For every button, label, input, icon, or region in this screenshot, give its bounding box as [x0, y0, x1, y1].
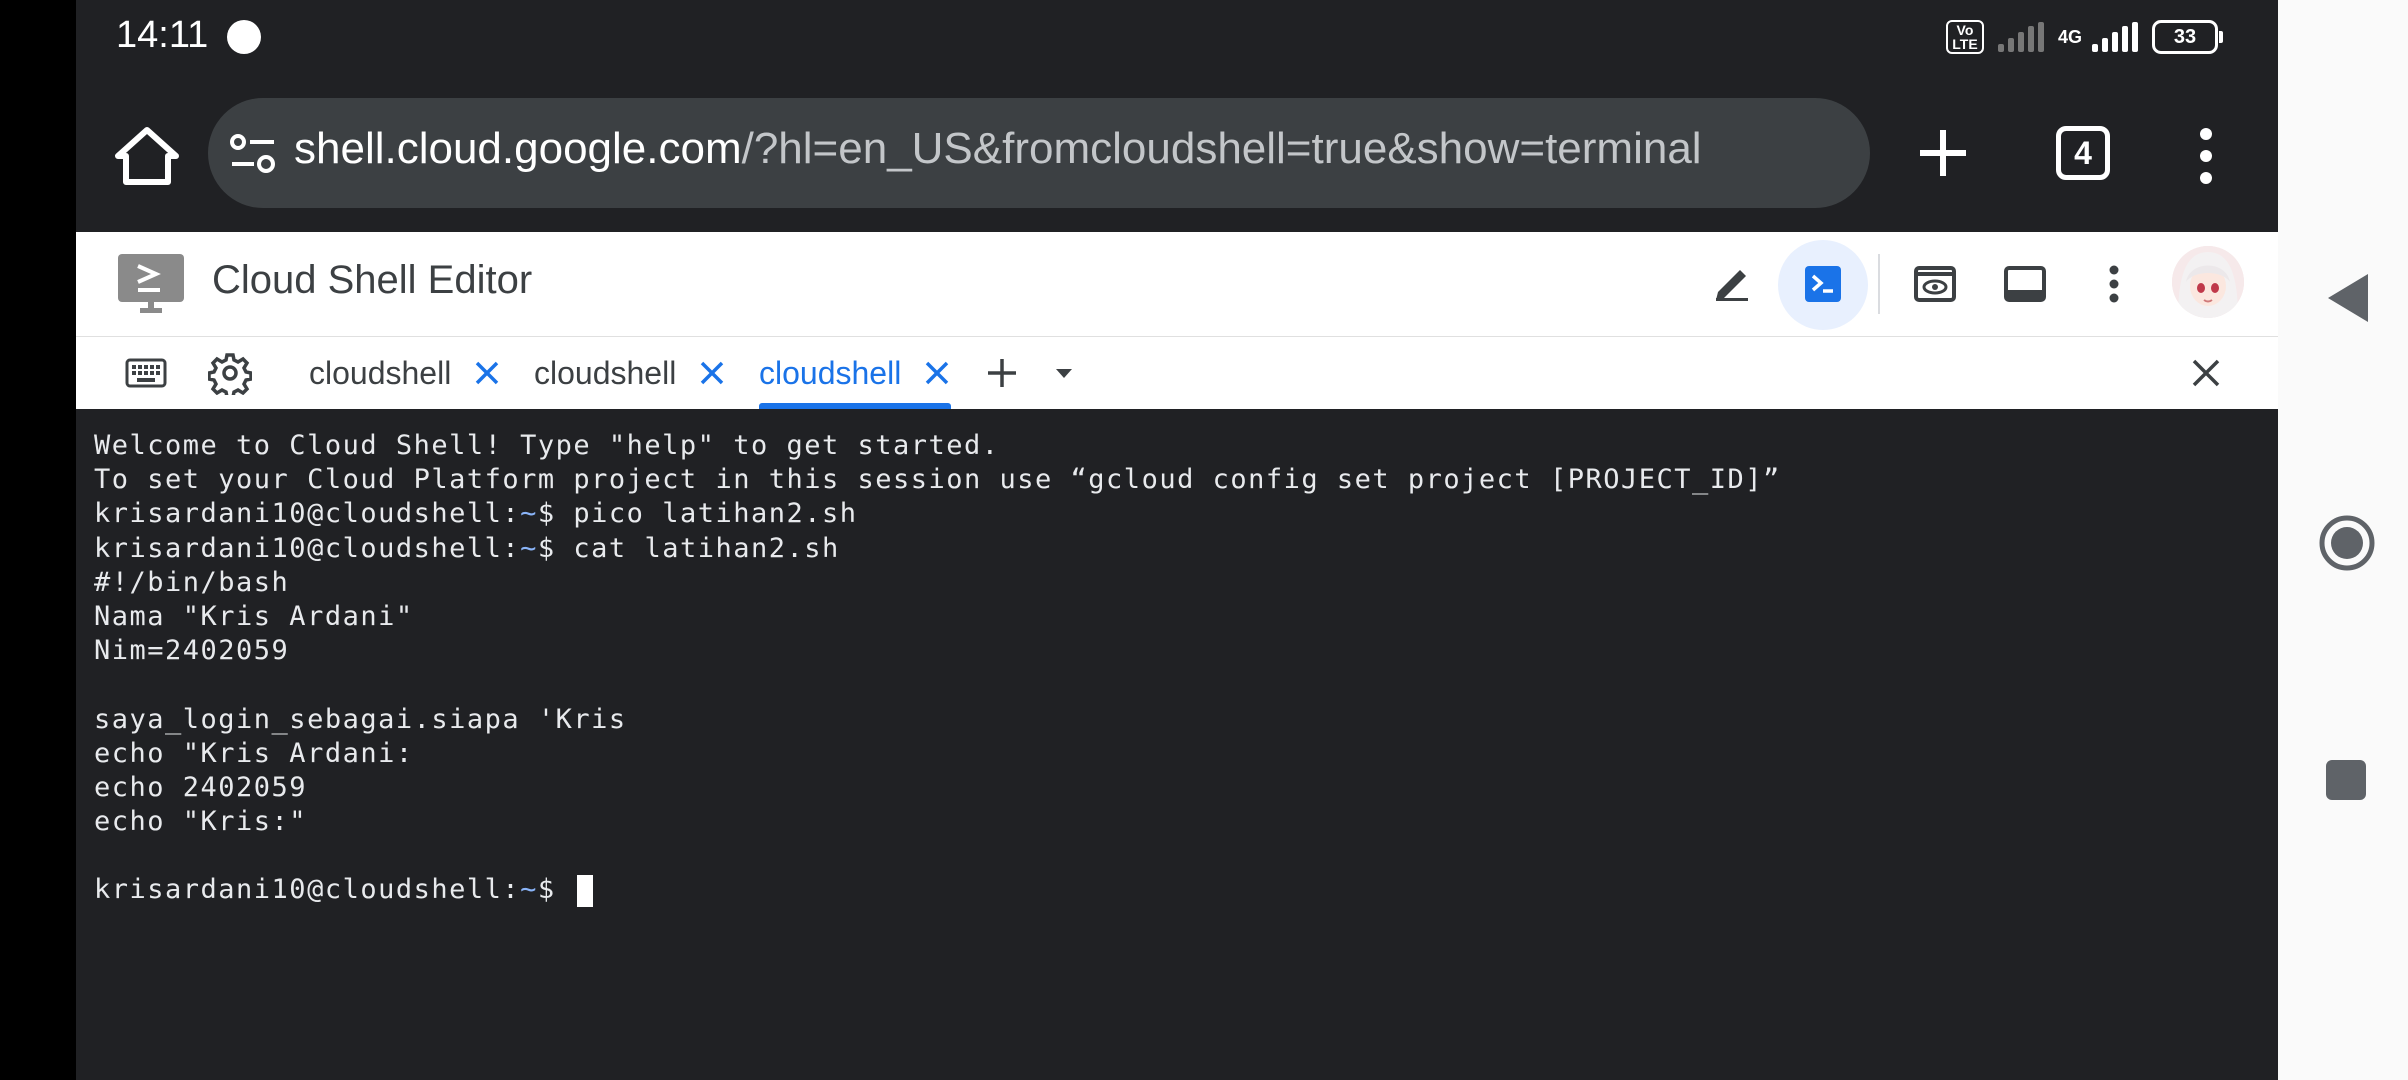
prompt-user-host: krisardani10@cloudshell: — [94, 498, 521, 530]
site-settings-icon[interactable] — [228, 132, 278, 176]
terminal-tab-3[interactable]: cloudshell — [759, 337, 952, 409]
open-terminal-button[interactable] — [1793, 254, 1853, 314]
tab-label: cloudshell — [534, 354, 677, 391]
prompt-user-host: krisardani10@cloudshell: — [94, 532, 521, 564]
terminal-tabs-bar: cloudshell cloudshell cloudshell — [76, 337, 2278, 409]
terminal-line: krisardani10@cloudshell:~$ cat latihan2.… — [94, 532, 1781, 566]
close-tab-icon[interactable] — [923, 359, 951, 387]
more-vert-icon — [2109, 265, 2119, 303]
notification-dot-icon — [227, 20, 261, 54]
terminal-line: saya_login_sebagai.siapa 'Kris — [94, 703, 1781, 737]
terminal-text: Nim=2402059 — [94, 635, 290, 667]
terminal-text: Welcome to Cloud Shell! Type "help" to g… — [94, 430, 1000, 461]
user-avatar-icon — [2172, 246, 2244, 318]
terminal-line: Nama "Kris Ardani" — [94, 600, 1781, 634]
terminal-line: krisardani10@cloudshell:~$ — [94, 873, 1781, 907]
add-tab-icon[interactable] — [980, 351, 1024, 395]
prompt-path: ~ — [520, 498, 538, 530]
terminal-output: Welcome to Cloud Shell! Type "help" to g… — [94, 429, 1781, 908]
terminal-tab-2[interactable]: cloudshell — [534, 337, 726, 409]
prompt-path: ~ — [520, 532, 538, 564]
status-bar: 14:11 Vo LTE 4G 33 — [76, 0, 2278, 76]
url-text[interactable]: shell.cloud.google.com/?hl=en_US&fromclo… — [294, 124, 1702, 174]
terminal-text: #!/bin/bash — [94, 566, 290, 598]
address-bar[interactable]: shell.cloud.google.com/?hl=en_US&fromclo… — [208, 98, 1870, 208]
terminal-line: echo 2402059 — [94, 771, 1781, 805]
home-circle-icon[interactable] — [2318, 514, 2376, 572]
editor-header: Cloud Shell Editor — [76, 232, 2278, 337]
terminal-line: krisardani10@cloudshell:~$ pico latihan2… — [94, 497, 1781, 531]
open-editor-button[interactable] — [1702, 254, 1762, 314]
toggle-panel-button[interactable] — [1995, 254, 2055, 314]
more-options-button[interactable] — [2084, 254, 2144, 314]
keyboard-icon[interactable] — [124, 351, 168, 395]
network-type-label: 4G — [2057, 26, 2082, 47]
editor-title: Cloud Shell Editor — [212, 258, 533, 302]
new-tab-icon[interactable] — [1914, 124, 1972, 182]
prompt-path: ~ — [520, 874, 538, 906]
android-nav-bar — [2278, 0, 2408, 1080]
terminal-text: echo "Kris:" — [94, 806, 308, 838]
url-host: shell.cloud.google.com — [294, 124, 742, 173]
more-menu-icon[interactable] — [2198, 126, 2214, 186]
prompt-command: $ cat latihan2.sh — [537, 532, 840, 564]
tab-label: cloudshell — [759, 354, 902, 391]
signal-4g-icon — [2092, 22, 2138, 52]
terminal-pane[interactable]: Welcome to Cloud Shell! Type "help" to g… — [76, 409, 2278, 1080]
close-tab-icon[interactable] — [473, 359, 501, 387]
left-screen-edge — [0, 0, 76, 1080]
home-icon[interactable] — [112, 126, 182, 186]
close-terminal-icon[interactable] — [2184, 351, 2228, 395]
terminal-tab-1[interactable]: cloudshell — [309, 337, 501, 409]
recent-apps-icon[interactable] — [2324, 758, 2368, 802]
tab-dropdown-icon[interactable] — [1042, 351, 1086, 395]
web-preview-icon — [1914, 266, 1956, 302]
volte-icon: Vo LTE — [1945, 20, 1984, 54]
prompt-command: $ pico latihan2.sh — [537, 498, 858, 530]
settings-gear-icon[interactable] — [208, 351, 252, 395]
terminal-line: To set your Cloud Platform project in th… — [94, 463, 1781, 497]
terminal-text: Nama "Kris Ardani" — [94, 600, 414, 632]
web-preview-button[interactable] — [1905, 254, 1965, 314]
terminal-line: echo "Kris Ardani: — [94, 737, 1781, 771]
prompt-user-host: krisardani10@cloudshell: — [94, 874, 521, 906]
terminal-line: Nim=2402059 — [94, 634, 1781, 668]
browser-toolbar: shell.cloud.google.com/?hl=en_US&fromclo… — [76, 76, 2278, 230]
terminal-text: echo 2402059 — [94, 771, 308, 803]
pencil-icon — [1716, 270, 1748, 301]
terminal-text: echo "Kris Ardani: — [94, 737, 414, 769]
prompt-command: $ — [537, 874, 574, 906]
tab-label: cloudshell — [309, 354, 452, 391]
battery-level: 33 — [2173, 25, 2197, 48]
back-icon[interactable] — [2324, 272, 2372, 324]
header-divider — [1878, 254, 1880, 314]
close-tab-icon[interactable] — [698, 359, 726, 387]
terminal-line: #!/bin/bash — [94, 566, 1781, 600]
phone-screen: 14:11 Vo LTE 4G 33 shell.cloud.google.co… — [76, 0, 2278, 1080]
terminal-cursor — [577, 874, 594, 907]
terminal-line: echo "Kris:" — [94, 805, 1781, 839]
status-icons: Vo LTE 4G 33 — [1945, 20, 2223, 54]
tab-switcher-button[interactable]: 4 — [2056, 126, 2110, 180]
cloud-shell-logo-icon — [118, 254, 184, 313]
battery-icon: 33 — [2152, 20, 2223, 54]
avatar[interactable] — [2172, 246, 2244, 318]
status-time: 14:11 — [116, 14, 209, 56]
terminal-text: saya_login_sebagai.siapa 'Kris — [94, 703, 627, 735]
terminal-line: Welcome to Cloud Shell! Type "help" to g… — [94, 429, 1781, 463]
url-path: /?hl=en_US&fromcloudshell=true&show=term… — [741, 124, 1702, 173]
panel-icon — [2004, 266, 2046, 302]
terminal-icon — [1805, 266, 1841, 302]
signal-icon — [1997, 22, 2044, 52]
terminal-text: To set your Cloud Platform project in th… — [94, 464, 1781, 496]
